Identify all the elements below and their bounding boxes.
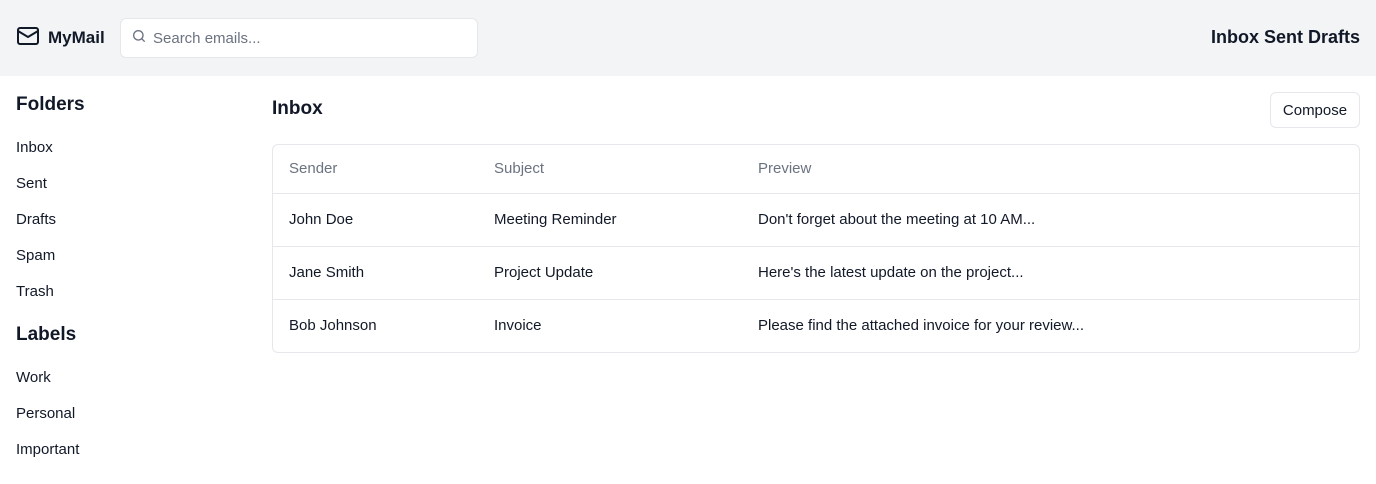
- search-input[interactable]: [153, 29, 453, 47]
- email-preview: Don't forget about the meeting at 10 AM.…: [742, 193, 1359, 247]
- folders-list: Inbox Sent Drafts Spam Trash: [16, 130, 236, 310]
- table-row[interactable]: Jane Smith Project Update Here's the lat…: [273, 246, 1359, 300]
- sidebar-item-inbox[interactable]: Inbox: [16, 130, 236, 166]
- table-header-row: Sender Subject Preview: [273, 145, 1359, 194]
- column-header-preview[interactable]: Preview: [742, 145, 1359, 194]
- folders-heading: Folders: [16, 94, 85, 115]
- sidebar-item-sent[interactable]: Sent: [16, 166, 236, 202]
- labels-list: Work Personal Important: [16, 360, 236, 468]
- email-preview: Here's the latest update on the project.…: [742, 246, 1359, 300]
- search-icon: [131, 28, 147, 49]
- sidebar-item-drafts[interactable]: Drafts: [16, 202, 236, 238]
- email-subject: Meeting Reminder: [478, 193, 742, 247]
- nav-drafts[interactable]: Drafts: [1308, 27, 1360, 48]
- nav-inbox[interactable]: Inbox: [1211, 27, 1259, 48]
- sidebar-item-personal[interactable]: Personal: [16, 396, 236, 432]
- compose-button[interactable]: Compose: [1270, 92, 1360, 128]
- email-sender: Bob Johnson: [289, 317, 377, 335]
- sidebar-item-important[interactable]: Important: [16, 432, 236, 468]
- app-name: MyMail: [48, 28, 105, 47]
- email-preview: Please find the attached invoice for you…: [758, 317, 1085, 335]
- email-subject: Invoice: [494, 317, 542, 335]
- labels-heading: Labels: [16, 324, 77, 345]
- table-row[interactable]: John Doe Meeting Reminder Don't forget a…: [273, 193, 1359, 247]
- search-box[interactable]: [120, 18, 478, 58]
- brand[interactable]: MyMail: [16, 26, 105, 50]
- table-row[interactable]: Bob Johnson Invoice Please find the atta…: [273, 299, 1359, 352]
- email-sender: Jane Smith: [273, 246, 478, 300]
- page-title: Inbox: [272, 98, 323, 119]
- email-table: Sender Subject Preview John Doe Meeting …: [272, 144, 1360, 353]
- column-header-sender[interactable]: Sender: [273, 145, 478, 194]
- sidebar-item-spam[interactable]: Spam: [16, 238, 236, 274]
- column-header-subject[interactable]: Subject: [478, 145, 742, 194]
- top-nav: Inbox Sent Drafts: [1206, 27, 1360, 48]
- email-subject: Project Update: [478, 246, 742, 300]
- email-sender: John Doe: [273, 193, 478, 247]
- top-bar: MyMail Inbox Sent Drafts: [0, 0, 1376, 76]
- sidebar-item-trash[interactable]: Trash: [16, 274, 236, 310]
- mail-icon: [16, 24, 40, 53]
- sidebar-item-work[interactable]: Work: [16, 360, 236, 396]
- sidebar: Folders Inbox Sent Drafts Spam Trash Lab…: [16, 92, 236, 468]
- nav-sent[interactable]: Sent: [1264, 27, 1303, 48]
